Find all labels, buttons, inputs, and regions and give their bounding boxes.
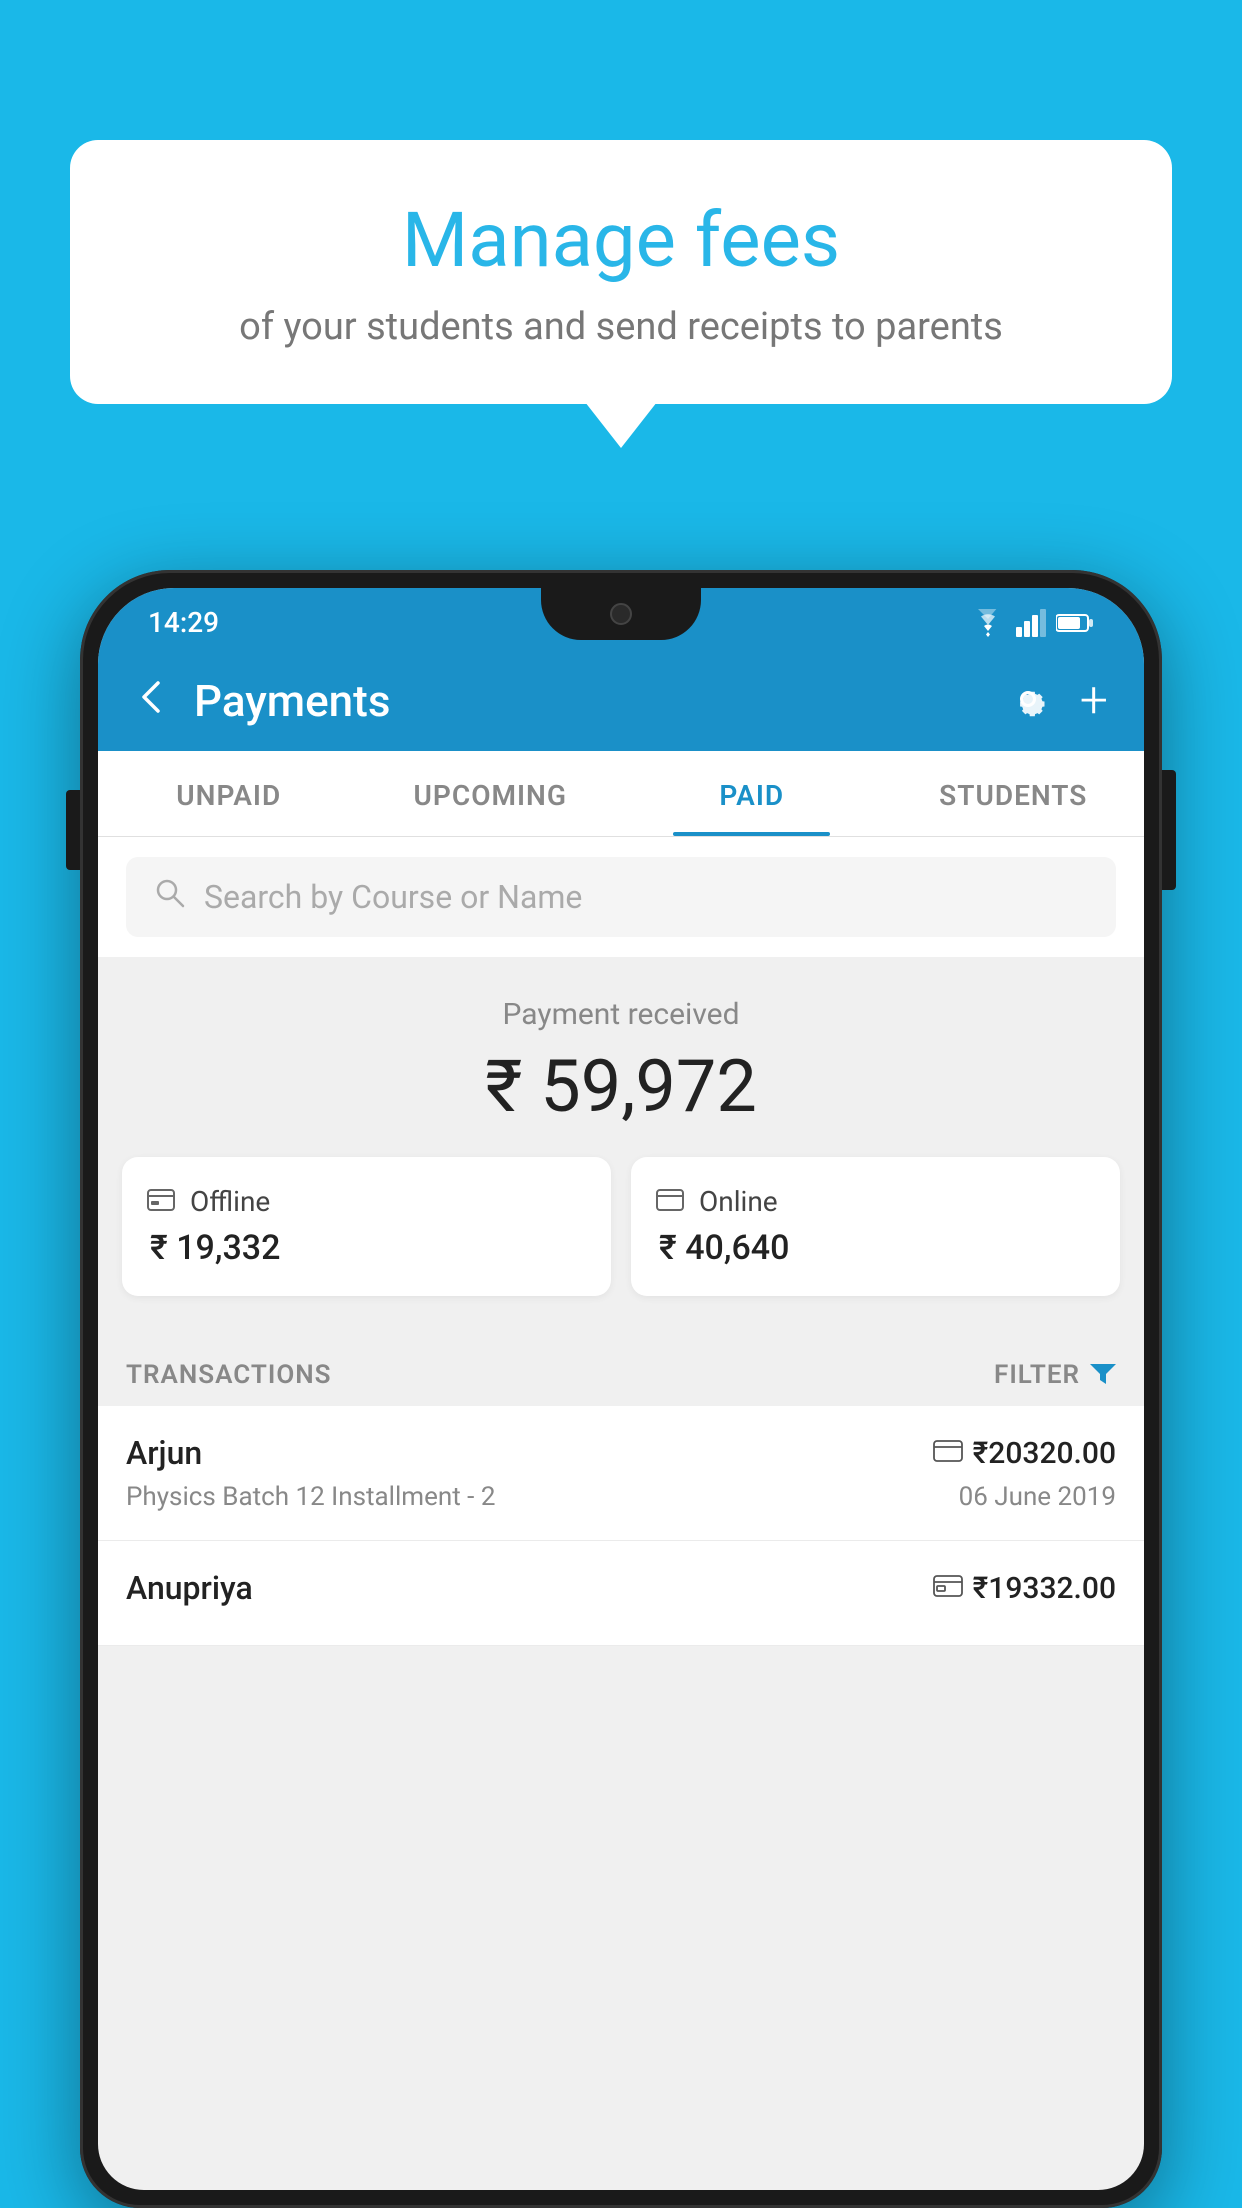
online-payment-card: Online ₹ 40,640 xyxy=(631,1157,1120,1296)
transaction-amount-anupriya: ₹19332.00 xyxy=(973,1571,1116,1606)
app-bar-title: Payments xyxy=(194,675,390,727)
notch xyxy=(541,588,701,640)
add-icon[interactable]: + xyxy=(1080,676,1108,726)
transaction-name-anupriya: Anupriya xyxy=(126,1569,253,1607)
card-payment-icon-arjun xyxy=(933,1439,963,1467)
bubble-title: Manage fees xyxy=(130,195,1112,285)
search-placeholder: Search by Course or Name xyxy=(204,878,582,916)
speech-bubble: Manage fees of your students and send re… xyxy=(70,140,1172,404)
table-row[interactable]: Anupriya ₹19332.00 xyxy=(98,1541,1144,1646)
transaction-amount-arjun: ₹20320.00 xyxy=(973,1436,1116,1471)
transaction-name-arjun: Arjun xyxy=(126,1434,202,1472)
battery-icon xyxy=(1056,612,1094,634)
transaction-date-arjun: 06 June 2019 xyxy=(959,1482,1116,1512)
transaction-top-arjun: Arjun ₹20320.00 xyxy=(126,1434,1116,1472)
phone-screen: 14:29 xyxy=(98,588,1144,2190)
back-button[interactable] xyxy=(134,679,170,724)
phone-container: 14:29 xyxy=(80,570,1162,2208)
table-row[interactable]: Arjun ₹20320.00 Physics xyxy=(98,1406,1144,1541)
tab-paid[interactable]: PAID xyxy=(621,751,883,836)
transaction-amount-container-anupriya: ₹19332.00 xyxy=(933,1571,1116,1606)
status-time: 14:29 xyxy=(148,606,219,639)
transaction-bottom-arjun: Physics Batch 12 Installment - 2 06 June… xyxy=(126,1482,1116,1512)
filter-icon xyxy=(1090,1360,1116,1390)
payment-total-amount: ₹ 59,972 xyxy=(98,1044,1144,1129)
settings-icon[interactable] xyxy=(1006,677,1050,725)
transaction-course-arjun: Physics Batch 12 Installment - 2 xyxy=(126,1482,495,1512)
tab-upcoming[interactable]: UPCOMING xyxy=(360,751,622,836)
search-box[interactable]: Search by Course or Name xyxy=(126,857,1116,937)
online-icon xyxy=(655,1188,685,1216)
signal-icon xyxy=(1016,609,1046,637)
filter-label: FILTER xyxy=(994,1360,1080,1390)
bubble-subtitle: of your students and send receipts to pa… xyxy=(130,305,1112,349)
app-bar-right: + xyxy=(1006,676,1108,726)
search-container: Search by Course or Name xyxy=(98,837,1144,957)
status-icons xyxy=(970,609,1094,637)
offline-payment-card: Offline ₹ 19,332 xyxy=(122,1157,611,1296)
wifi-icon xyxy=(970,609,1006,637)
cash-payment-icon-anupriya xyxy=(933,1573,963,1603)
transactions-list: Arjun ₹20320.00 Physics xyxy=(98,1406,1144,1646)
transaction-top-anupriya: Anupriya ₹19332.00 xyxy=(126,1569,1116,1607)
speech-bubble-container: Manage fees of your students and send re… xyxy=(70,140,1172,404)
offline-amount: ₹ 19,332 xyxy=(146,1228,280,1268)
transaction-amount-container-arjun: ₹20320.00 xyxy=(933,1436,1116,1471)
transactions-header: TRANSACTIONS FILTER xyxy=(98,1336,1144,1406)
tabs-bar: UNPAID UPCOMING PAID STUDENTS xyxy=(98,751,1144,837)
online-label: Online xyxy=(699,1185,778,1218)
app-bar-left: Payments xyxy=(134,675,390,727)
app-bar: Payments + xyxy=(98,651,1144,751)
phone-outer: 14:29 xyxy=(80,570,1162,2208)
payment-cards: Offline ₹ 19,332 xyxy=(98,1157,1144,1296)
transactions-label: TRANSACTIONS xyxy=(126,1360,332,1390)
online-card-header: Online xyxy=(655,1185,778,1218)
offline-icon xyxy=(146,1186,176,1218)
offline-label: Offline xyxy=(190,1185,270,1218)
search-icon xyxy=(154,877,186,917)
payment-summary: Payment received ₹ 59,972 xyxy=(98,957,1144,1336)
tab-unpaid[interactable]: UNPAID xyxy=(98,751,360,836)
tab-students[interactable]: STUDENTS xyxy=(883,751,1145,836)
payment-received-label: Payment received xyxy=(98,997,1144,1032)
offline-card-header: Offline xyxy=(146,1185,270,1218)
filter-container[interactable]: FILTER xyxy=(994,1360,1116,1390)
online-amount: ₹ 40,640 xyxy=(655,1228,789,1268)
camera-dot xyxy=(610,603,632,625)
